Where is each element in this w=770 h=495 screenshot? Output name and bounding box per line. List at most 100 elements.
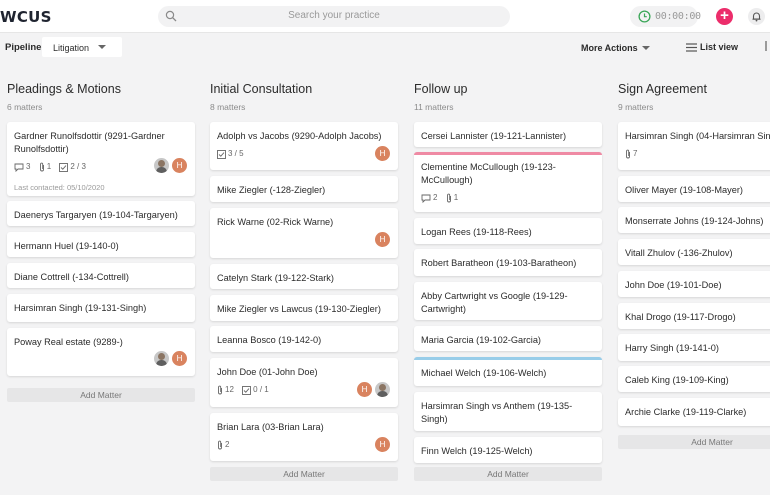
matter-title: Archie Clarke (19-119-Clarke)	[625, 407, 747, 417]
matter-card[interactable]: Poway Real estate (9289-) H	[7, 328, 195, 376]
pipeline-label: Pipeline	[5, 42, 42, 53]
pipeline-select[interactable]: Litigation	[42, 37, 122, 57]
matter-card[interactable]: Adolph vs Jacobs (9290-Adolph Jacobs) 3 …	[210, 122, 398, 170]
matter-title: Hermann Huel (19-140-0)	[14, 241, 119, 251]
matter-card[interactable]: Vitall Zhulov (-136-Zhulov)	[618, 239, 770, 265]
matter-card[interactable]: Khal Drogo (19-117-Drogo)	[618, 303, 770, 329]
card-meta: 2 1	[421, 193, 464, 203]
matter-card[interactable]: Harsimran Singh vs Anthem (19-135-Singh)	[414, 392, 602, 431]
task-count: 3 / 5	[217, 149, 244, 159]
matter-title: Leanna Bosco (19-142-0)	[217, 335, 322, 345]
matter-title: Monserrate Johns (19-124-Johns)	[625, 216, 764, 226]
matter-card[interactable]: Archie Clarke (19-119-Clarke)	[618, 398, 770, 426]
matter-title: Poway Real estate (9289-)	[14, 337, 123, 347]
matter-card[interactable]: Cersei Lannister (19-121-Lannister)	[414, 122, 602, 147]
add-matter-button[interactable]: Add Matter	[210, 467, 398, 481]
attachment-count: 2	[217, 440, 229, 450]
paperclip-icon	[446, 193, 451, 203]
column-title: Initial Consultation	[210, 82, 313, 96]
matter-card[interactable]: Gardner Runolfsdottir (9291-Gardner Runo…	[7, 122, 195, 196]
card-avatars: H	[151, 351, 187, 366]
card-avatars: H	[372, 437, 390, 452]
matter-title: Adolph vs Jacobs (9290-Adolph Jacobs)	[217, 131, 382, 141]
matter-card[interactable]: Harsimran Singh (19-131-Singh)	[7, 294, 195, 322]
pipeline-toolbar: Pipeline Litigation More Actions List vi…	[0, 33, 770, 61]
card-avatars: H	[151, 158, 187, 173]
matter-card[interactable]: Brian Lara (03-Brian Lara) 2 H	[210, 413, 398, 461]
matter-title: Vitall Zhulov (-136-Zhulov)	[625, 248, 733, 258]
avatar[interactable]: H	[172, 158, 187, 173]
timer[interactable]: 00:00:00	[630, 6, 701, 27]
notifications-button[interactable]	[748, 8, 765, 25]
matter-card[interactable]: Logan Rees (19-118-Rees)	[414, 218, 602, 244]
matter-card[interactable]: John Doe (19-101-Doe)	[618, 271, 770, 297]
avatar[interactable]: H	[375, 437, 390, 452]
matter-card[interactable]: Oliver Mayer (19-108-Mayer)	[618, 176, 770, 202]
matter-card[interactable]: Harsimran Singh (04-Harsimran Singh) 7	[618, 122, 770, 170]
matter-card[interactable]: John Doe (01-John Doe) 12 0 / 1 H	[210, 358, 398, 407]
paperclip-icon	[218, 440, 222, 450]
matter-card[interactable]: Daenerys Targaryen (19-104-Targaryen)	[7, 201, 195, 226]
matter-card[interactable]: Michael Welch (19-106-Welch)	[414, 357, 602, 386]
add-button[interactable]: +	[716, 8, 733, 25]
matter-title: Cersei Lannister (19-121-Lannister)	[421, 131, 567, 141]
matter-card[interactable]: Diane Cottrell (-134-Cottrell)	[7, 263, 195, 288]
matter-card[interactable]: Finn Welch (19-125-Welch)	[414, 437, 602, 463]
matter-title: Daenerys Targaryen (19-104-Targaryen)	[14, 210, 178, 220]
search-input[interactable]: Search your practice	[158, 10, 510, 21]
avatar[interactable]: H	[172, 351, 187, 366]
matter-card[interactable]: Mike Ziegler vs Lawcus (19-130-Ziegler)	[210, 295, 398, 321]
matter-card[interactable]: Robert Baratheon (19-103-Baratheon)	[414, 249, 602, 276]
card-avatars: H	[372, 146, 390, 161]
chevron-down-icon	[98, 45, 106, 49]
matter-card[interactable]: Clementine McCullough (19-123-McCullough…	[414, 152, 602, 212]
matter-card[interactable]: Catelyn Stark (19-122-Stark)	[210, 264, 398, 289]
more-actions-button[interactable]: More Actions	[581, 43, 638, 53]
chevron-down-icon[interactable]	[642, 46, 650, 50]
avatar[interactable]: H	[375, 146, 390, 161]
comment-icon	[14, 163, 24, 172]
avatar[interactable]: H	[375, 232, 390, 247]
column-count: 11 matters	[414, 102, 454, 112]
matter-title: Gardner Runolfsdottir (9291-Gardner Runo…	[14, 131, 165, 154]
search-bar[interactable]: Search your practice	[158, 6, 510, 27]
matter-card[interactable]: Maria Garcia (19-102-Garcia)	[414, 326, 602, 351]
add-matter-button[interactable]: Add Matter	[414, 467, 602, 481]
list-view-label: List view	[700, 42, 739, 52]
task-count: 0 / 1	[242, 385, 269, 395]
app-logo[interactable]: WCUS	[0, 8, 52, 26]
filter-icon[interactable]	[765, 41, 770, 51]
checkbox-icon	[242, 385, 252, 395]
avatar[interactable]	[375, 382, 390, 397]
paperclip-icon	[39, 162, 44, 172]
paperclip-icon	[218, 385, 222, 395]
matter-title: Harsimran Singh vs Anthem (19-135-Singh)	[421, 401, 573, 424]
matter-title: Khal Drogo (19-117-Drogo)	[625, 312, 736, 322]
task-count: 2 / 3	[59, 162, 86, 172]
matter-card[interactable]: Caleb King (19-109-King)	[618, 366, 770, 392]
matter-title: Harsimran Singh (04-Harsimran Singh)	[625, 131, 770, 141]
matter-card[interactable]: Monserrate Johns (19-124-Johns)	[618, 207, 770, 233]
column-count: 8 matters	[210, 102, 246, 112]
matter-title: John Doe (01-John Doe)	[217, 367, 318, 377]
avatar[interactable]	[154, 351, 169, 366]
matter-card[interactable]: Rick Warne (02-Rick Warne) H	[210, 208, 398, 258]
matter-card[interactable]: Harry Singh (19-141-0)	[618, 334, 770, 361]
avatar[interactable]: H	[357, 382, 372, 397]
add-matter-button[interactable]: Add Matter	[618, 435, 770, 449]
last-contacted: Last contacted: 05/10/2020	[14, 183, 105, 192]
matter-card[interactable]: Hermann Huel (19-140-0)	[7, 232, 195, 257]
matter-title: Michael Welch (19-106-Welch)	[421, 368, 547, 378]
comment-count: 3	[14, 162, 30, 172]
checkbox-icon	[217, 149, 226, 159]
avatar[interactable]	[154, 158, 169, 173]
matter-title: Harry Singh (19-141-0)	[625, 343, 719, 353]
matter-title: Brian Lara (03-Brian Lara)	[217, 422, 324, 432]
add-matter-button[interactable]: Add Matter	[7, 388, 195, 402]
matter-card[interactable]: Mike Ziegler (-128-Ziegler)	[210, 176, 398, 202]
card-avatars: H	[372, 232, 390, 247]
matter-card[interactable]: Leanna Bosco (19-142-0)	[210, 326, 398, 352]
matter-title: Catelyn Stark (19-122-Stark)	[217, 273, 334, 283]
list-icon	[686, 43, 697, 52]
matter-card[interactable]: Abby Cartwright vs Google (19-129-Cartwr…	[414, 282, 602, 320]
